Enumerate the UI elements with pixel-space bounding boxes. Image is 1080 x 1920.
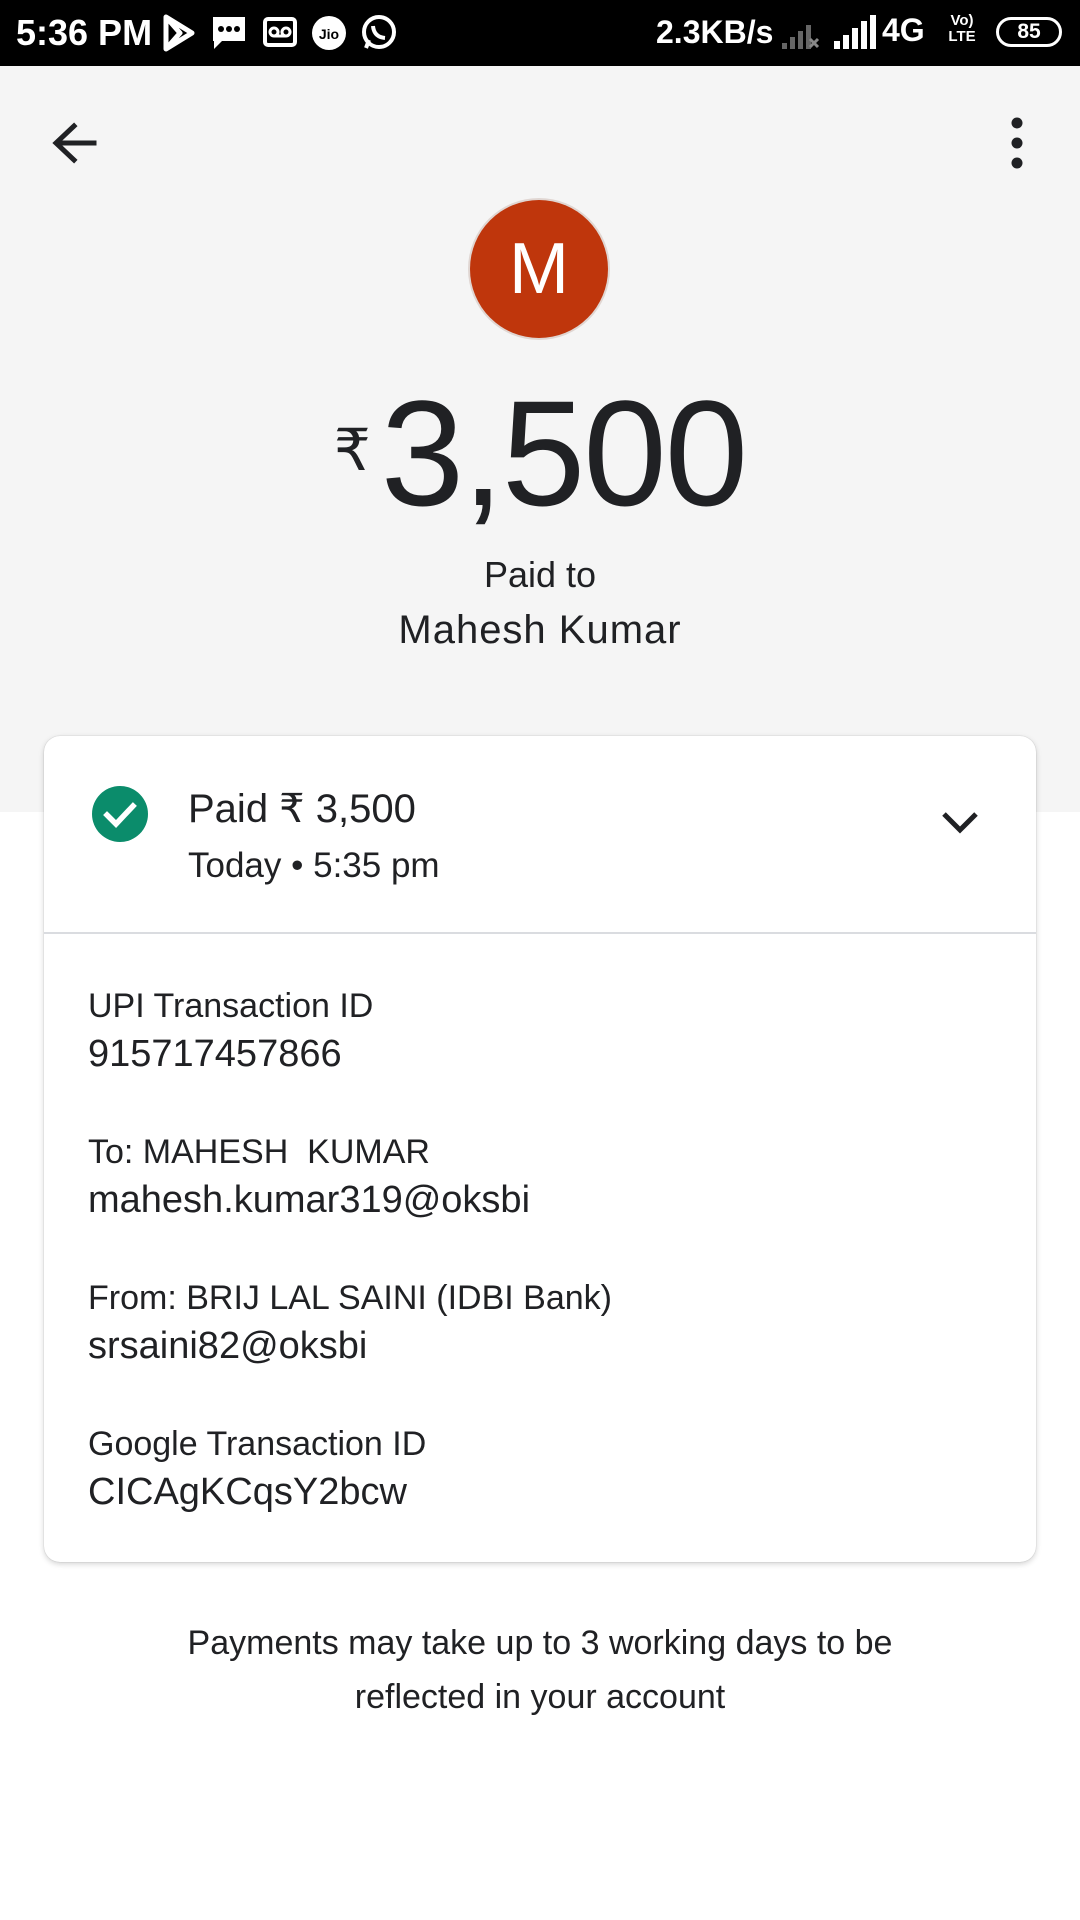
whatsapp-icon <box>362 15 396 49</box>
status-time: 5:36 PM <box>16 12 153 53</box>
detail-upi-transaction-id: UPI Transaction ID 915717457866 <box>88 984 373 1080</box>
payment-status-time: Today • 5:35 pm <box>188 846 440 885</box>
volte-top: Vo) <box>950 12 974 29</box>
message-icon <box>213 17 245 49</box>
more-options-icon[interactable] <box>990 112 1044 182</box>
detail-label: To: MAHESH KUMAR <box>88 1133 430 1171</box>
currency-symbol: ₹ <box>333 418 371 483</box>
voicemail-icon <box>263 17 297 47</box>
volte-indicator: Vo) LTE <box>944 13 980 45</box>
detail-value: srsaini82@oksbi <box>88 1325 368 1367</box>
network-speed: 2.3KB/s <box>656 14 774 50</box>
detail-value: mahesh.kumar319@oksbi <box>88 1179 531 1221</box>
status-bar: 5:36 PM Jio 2.3KB/s 4G Vo) LTE 85 <box>0 0 1080 66</box>
detail-label: From: BRIJ LAL SAINI (IDBI Bank) <box>88 1279 612 1317</box>
svg-text:Jio: Jio <box>319 26 339 42</box>
jio-icon: Jio <box>312 16 346 50</box>
detail-value: CICAgKCqsY2bcw <box>88 1471 407 1513</box>
detail-google-transaction-id: Google Transaction ID CICAgKCqsY2bcw <box>88 1422 426 1518</box>
detail-label: UPI Transaction ID <box>88 987 374 1025</box>
chevron-down-icon[interactable] <box>934 796 986 848</box>
volte-bottom: LTE <box>948 28 976 45</box>
detail-from: From: BRIJ LAL SAINI (IDBI Bank) srsaini… <box>88 1276 612 1372</box>
payee-name: Mahesh Kumar <box>398 608 682 652</box>
payment-status-title: Paid ₹ 3,500 <box>188 787 416 831</box>
avatar: M <box>470 200 608 338</box>
signal-sim1-icon <box>782 25 820 49</box>
network-type: 4G <box>882 12 925 48</box>
amount-display: ₹3,500 <box>0 378 1080 528</box>
check-circle-icon <box>92 786 148 842</box>
battery-icon: 85 <box>996 17 1062 47</box>
play-store-icon <box>163 14 195 52</box>
detail-to: To: MAHESH KUMAR mahesh.kumar319@oksbi <box>88 1130 530 1226</box>
detail-label: Google Transaction ID <box>88 1425 427 1463</box>
amount-value: 3,500 <box>380 369 748 537</box>
back-arrow-icon[interactable] <box>42 112 112 182</box>
detail-value: 915717457866 <box>88 1033 342 1075</box>
divider <box>44 932 1036 934</box>
footer-note: Payments may take up to 3 working days t… <box>187 1624 893 1716</box>
signal-sim2-icon <box>834 15 876 49</box>
transaction-card: Paid ₹ 3,500 Today • 5:35 pm UPI Transac… <box>44 736 1036 1562</box>
paid-to-label: Paid to <box>483 554 597 595</box>
